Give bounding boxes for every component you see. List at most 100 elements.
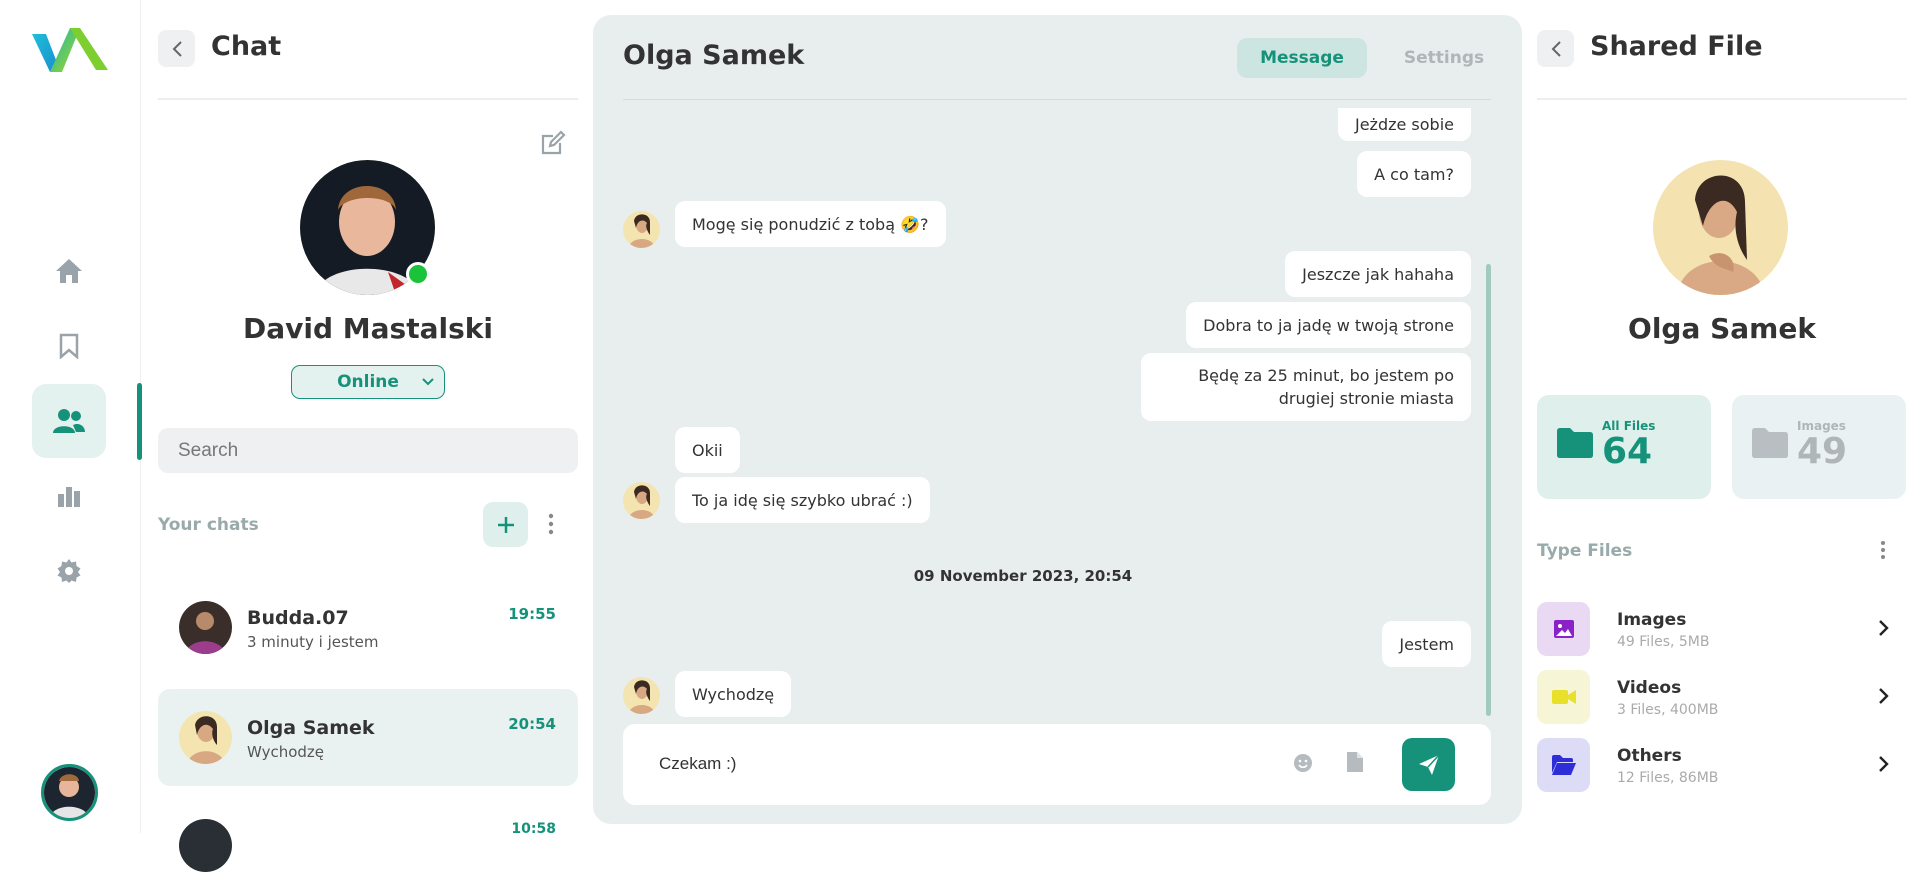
more-vertical-icon bbox=[548, 513, 554, 535]
status-dropdown[interactable]: Online bbox=[291, 365, 445, 399]
nav-stats[interactable] bbox=[32, 459, 106, 533]
more-vertical-icon bbox=[1881, 541, 1885, 559]
back-button[interactable] bbox=[158, 30, 195, 67]
chat-panel: Chat David Mastalski Online Your chats B… bbox=[158, 0, 578, 872]
file-type-details: 3 Files, 400MB bbox=[1617, 702, 1719, 718]
nav-settings[interactable] bbox=[32, 534, 106, 608]
plus-icon bbox=[497, 516, 514, 533]
edit-profile-button[interactable] bbox=[540, 130, 566, 160]
chevron-right-icon bbox=[1879, 688, 1889, 704]
message-outgoing: Jeszcze jak hahaha bbox=[1285, 251, 1471, 297]
send-icon bbox=[1418, 753, 1440, 775]
contact-avatar bbox=[623, 482, 660, 519]
chat-avatar bbox=[179, 711, 232, 764]
contact-avatar bbox=[623, 211, 660, 248]
contact-profile-name: Olga Samek bbox=[1628, 312, 1816, 345]
folder-icon bbox=[1557, 428, 1593, 458]
video-icon bbox=[1537, 670, 1590, 724]
message-outgoing: Będę za 25 minut, bo jestem po drugiej s… bbox=[1141, 353, 1471, 421]
message-list: Jeżdze sobie A co tam? Mogę się ponudzić… bbox=[593, 15, 1522, 824]
file-type-details: 49 Files, 5MB bbox=[1617, 634, 1710, 650]
chevron-down-icon bbox=[422, 378, 434, 386]
file-type-name: Images bbox=[1617, 610, 1687, 630]
gear-icon bbox=[57, 559, 81, 583]
shared-files-header: Shared File bbox=[1537, 0, 1907, 100]
chevron-right-icon bbox=[1879, 620, 1889, 636]
profile-name: David Mastalski bbox=[243, 312, 493, 345]
chats-menu-button[interactable] bbox=[547, 512, 555, 540]
shared-files-title: Shared File bbox=[1590, 31, 1763, 62]
message-incoming: Wychodzę bbox=[675, 671, 792, 717]
current-user-avatar[interactable] bbox=[41, 764, 98, 821]
image-icon bbox=[1537, 602, 1590, 656]
chat-list-item[interactable]: Budda.07 3 minuty i jestem 19:55 bbox=[158, 579, 578, 676]
date-divider: 09 November 2023, 20:54 bbox=[913, 567, 1133, 585]
file-type-name: Videos bbox=[1617, 678, 1682, 698]
users-icon bbox=[53, 409, 85, 433]
folder-icon bbox=[1752, 428, 1788, 458]
chevron-right-icon bbox=[1879, 756, 1889, 772]
message-outgoing: Jestem bbox=[1382, 621, 1471, 667]
chat-panel-title: Chat bbox=[211, 31, 282, 62]
file-type-details: 12 Files, 86MB bbox=[1617, 770, 1719, 786]
nav-active-indicator bbox=[137, 383, 142, 460]
chat-time: 10:58 bbox=[511, 821, 556, 837]
file-type-name: Others bbox=[1617, 746, 1682, 766]
chat-last-message: Wychodzę bbox=[247, 743, 324, 761]
file-type-videos[interactable]: Videos 3 Files, 400MB bbox=[1537, 670, 1907, 724]
chat-avatar bbox=[179, 601, 232, 654]
your-chats-label: Your chats bbox=[158, 515, 259, 535]
folder-open-icon bbox=[1537, 738, 1590, 792]
message-input[interactable] bbox=[659, 744, 1259, 784]
home-icon bbox=[56, 259, 82, 283]
type-files-menu-button[interactable] bbox=[1879, 540, 1887, 564]
chat-time: 20:54 bbox=[508, 715, 556, 733]
nav-bookmarks[interactable] bbox=[32, 309, 106, 383]
new-chat-button[interactable] bbox=[483, 502, 528, 547]
message-incoming: Mogę się ponudzić z tobą 🤣? bbox=[675, 201, 946, 247]
chat-list-item[interactable]: Olga Samek Wychodzę 20:54 bbox=[158, 689, 578, 786]
chat-time: 19:55 bbox=[508, 605, 556, 623]
contact-avatar bbox=[623, 677, 660, 714]
bar-chart-icon bbox=[58, 487, 80, 507]
edit-icon bbox=[541, 130, 566, 155]
message-outgoing: A co tam? bbox=[1357, 151, 1471, 197]
chat-list-item[interactable]: 10:58 bbox=[158, 799, 578, 896]
chevron-left-icon bbox=[172, 40, 182, 57]
bookmark-icon bbox=[59, 333, 79, 359]
scrollbar[interactable] bbox=[1486, 264, 1491, 716]
chat-name: Budda.07 bbox=[247, 607, 349, 629]
chat-last-message: 3 minuty i jestem bbox=[247, 633, 379, 651]
images-count: 49 bbox=[1797, 431, 1848, 472]
message-outgoing: Jeżdze sobie bbox=[1337, 108, 1471, 141]
shared-files-panel: Shared File Olga Samek All Files 64 Imag… bbox=[1537, 0, 1907, 833]
emoji-icon bbox=[1294, 754, 1312, 772]
nav-contacts[interactable] bbox=[32, 384, 106, 458]
images-card[interactable]: Images 49 bbox=[1732, 395, 1906, 499]
nav-rail bbox=[0, 0, 142, 833]
file-type-images[interactable]: Images 49 Files, 5MB bbox=[1537, 602, 1907, 656]
chat-avatar bbox=[179, 819, 232, 872]
file-icon bbox=[1347, 752, 1363, 772]
type-files-label: Type Files bbox=[1537, 541, 1633, 561]
status-value: Online bbox=[337, 372, 399, 392]
back-button[interactable] bbox=[1537, 30, 1574, 67]
message-composer bbox=[623, 724, 1491, 805]
app-logo[interactable] bbox=[32, 24, 108, 74]
search-input[interactable] bbox=[158, 428, 578, 473]
nav-home[interactable] bbox=[32, 234, 106, 308]
contact-profile-avatar bbox=[1653, 160, 1788, 295]
message-incoming: Okii bbox=[675, 427, 740, 473]
message-outgoing: Dobra to ja jadę w twoją strone bbox=[1186, 302, 1471, 348]
send-button[interactable] bbox=[1402, 738, 1455, 791]
chat-panel-header: Chat bbox=[158, 0, 578, 100]
file-type-others[interactable]: Others 12 Files, 86MB bbox=[1537, 738, 1907, 792]
online-indicator bbox=[406, 262, 430, 286]
chevron-left-icon bbox=[1551, 40, 1561, 57]
all-files-count: 64 bbox=[1602, 431, 1653, 472]
message-incoming: To ja idę się szybko ubrać :) bbox=[675, 477, 930, 523]
attach-file-button[interactable] bbox=[1347, 752, 1363, 776]
emoji-button[interactable] bbox=[1293, 753, 1313, 777]
all-files-card[interactable]: All Files 64 bbox=[1537, 395, 1711, 499]
conversation-panel: Olga Samek Message Settings Jeżdze sobie… bbox=[593, 15, 1522, 824]
